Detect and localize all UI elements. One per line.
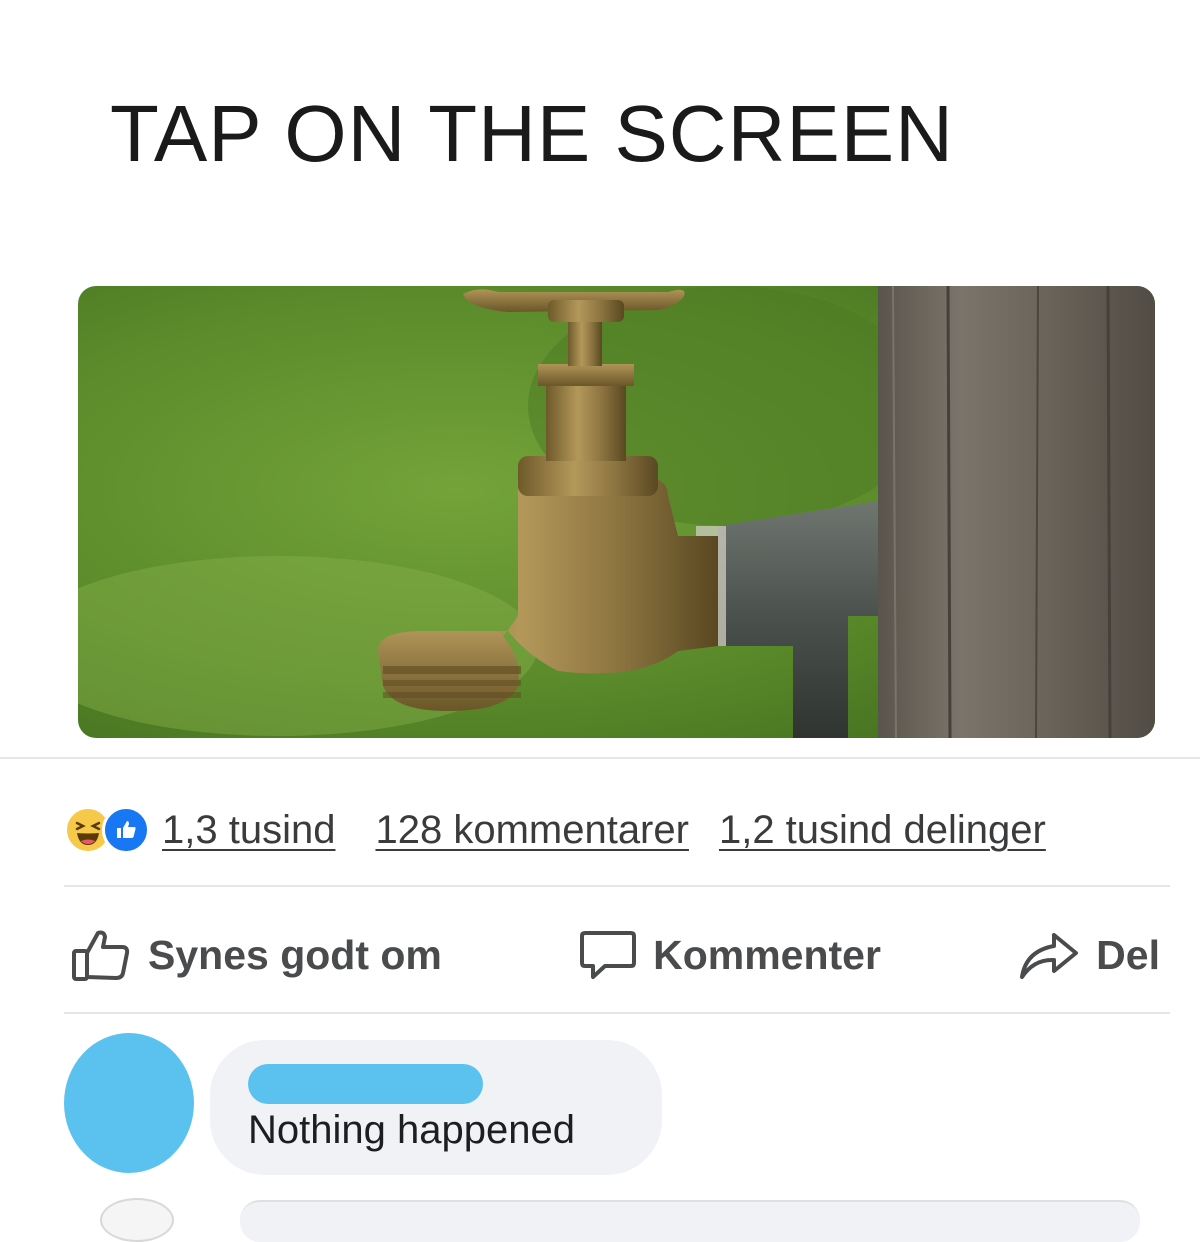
share-button-label: Del — [1096, 931, 1160, 978]
next-comment-avatar[interactable] — [100, 1198, 174, 1242]
stats-divider-top — [0, 757, 1200, 759]
comment-button-label: Kommenter — [653, 931, 881, 978]
next-comment-bubble — [240, 1200, 1140, 1242]
comment-author-redacted[interactable] — [248, 1064, 483, 1104]
comment-button[interactable]: Kommenter — [579, 927, 881, 983]
post-photo[interactable] — [78, 286, 1155, 738]
thumbs-up-icon — [72, 930, 130, 981]
avatar[interactable] — [64, 1033, 194, 1173]
like-reaction-icon — [102, 806, 150, 854]
speech-bubble-icon — [580, 931, 637, 979]
comments-count-link[interactable]: 128 kommentarer — [375, 808, 688, 853]
share-button[interactable]: Del — [1018, 929, 1160, 981]
faucet-photo — [78, 286, 1155, 738]
reaction-icons[interactable] — [64, 806, 150, 854]
comment-text: Nothing happened — [248, 1108, 575, 1152]
shares-count-link[interactable]: 1,2 tusind delinger — [719, 808, 1046, 853]
engagement-stats: 1,3 tusind 128 kommentarer 1,2 tusind de… — [64, 800, 1174, 860]
like-button[interactable]: Synes godt om — [70, 927, 442, 983]
comment-bubble: Nothing happened — [210, 1040, 662, 1175]
post-actions: Synes godt om Kommenter Del — [70, 920, 1160, 990]
like-button-label: Synes godt om — [148, 931, 442, 978]
actions-divider-top — [64, 885, 1170, 887]
share-arrow-icon — [1020, 933, 1079, 979]
reactions-count-link[interactable]: 1,3 tusind — [162, 808, 335, 853]
comments-divider-top — [64, 1012, 1170, 1014]
post-text: TAP ON THE SCREEN — [110, 89, 954, 178]
